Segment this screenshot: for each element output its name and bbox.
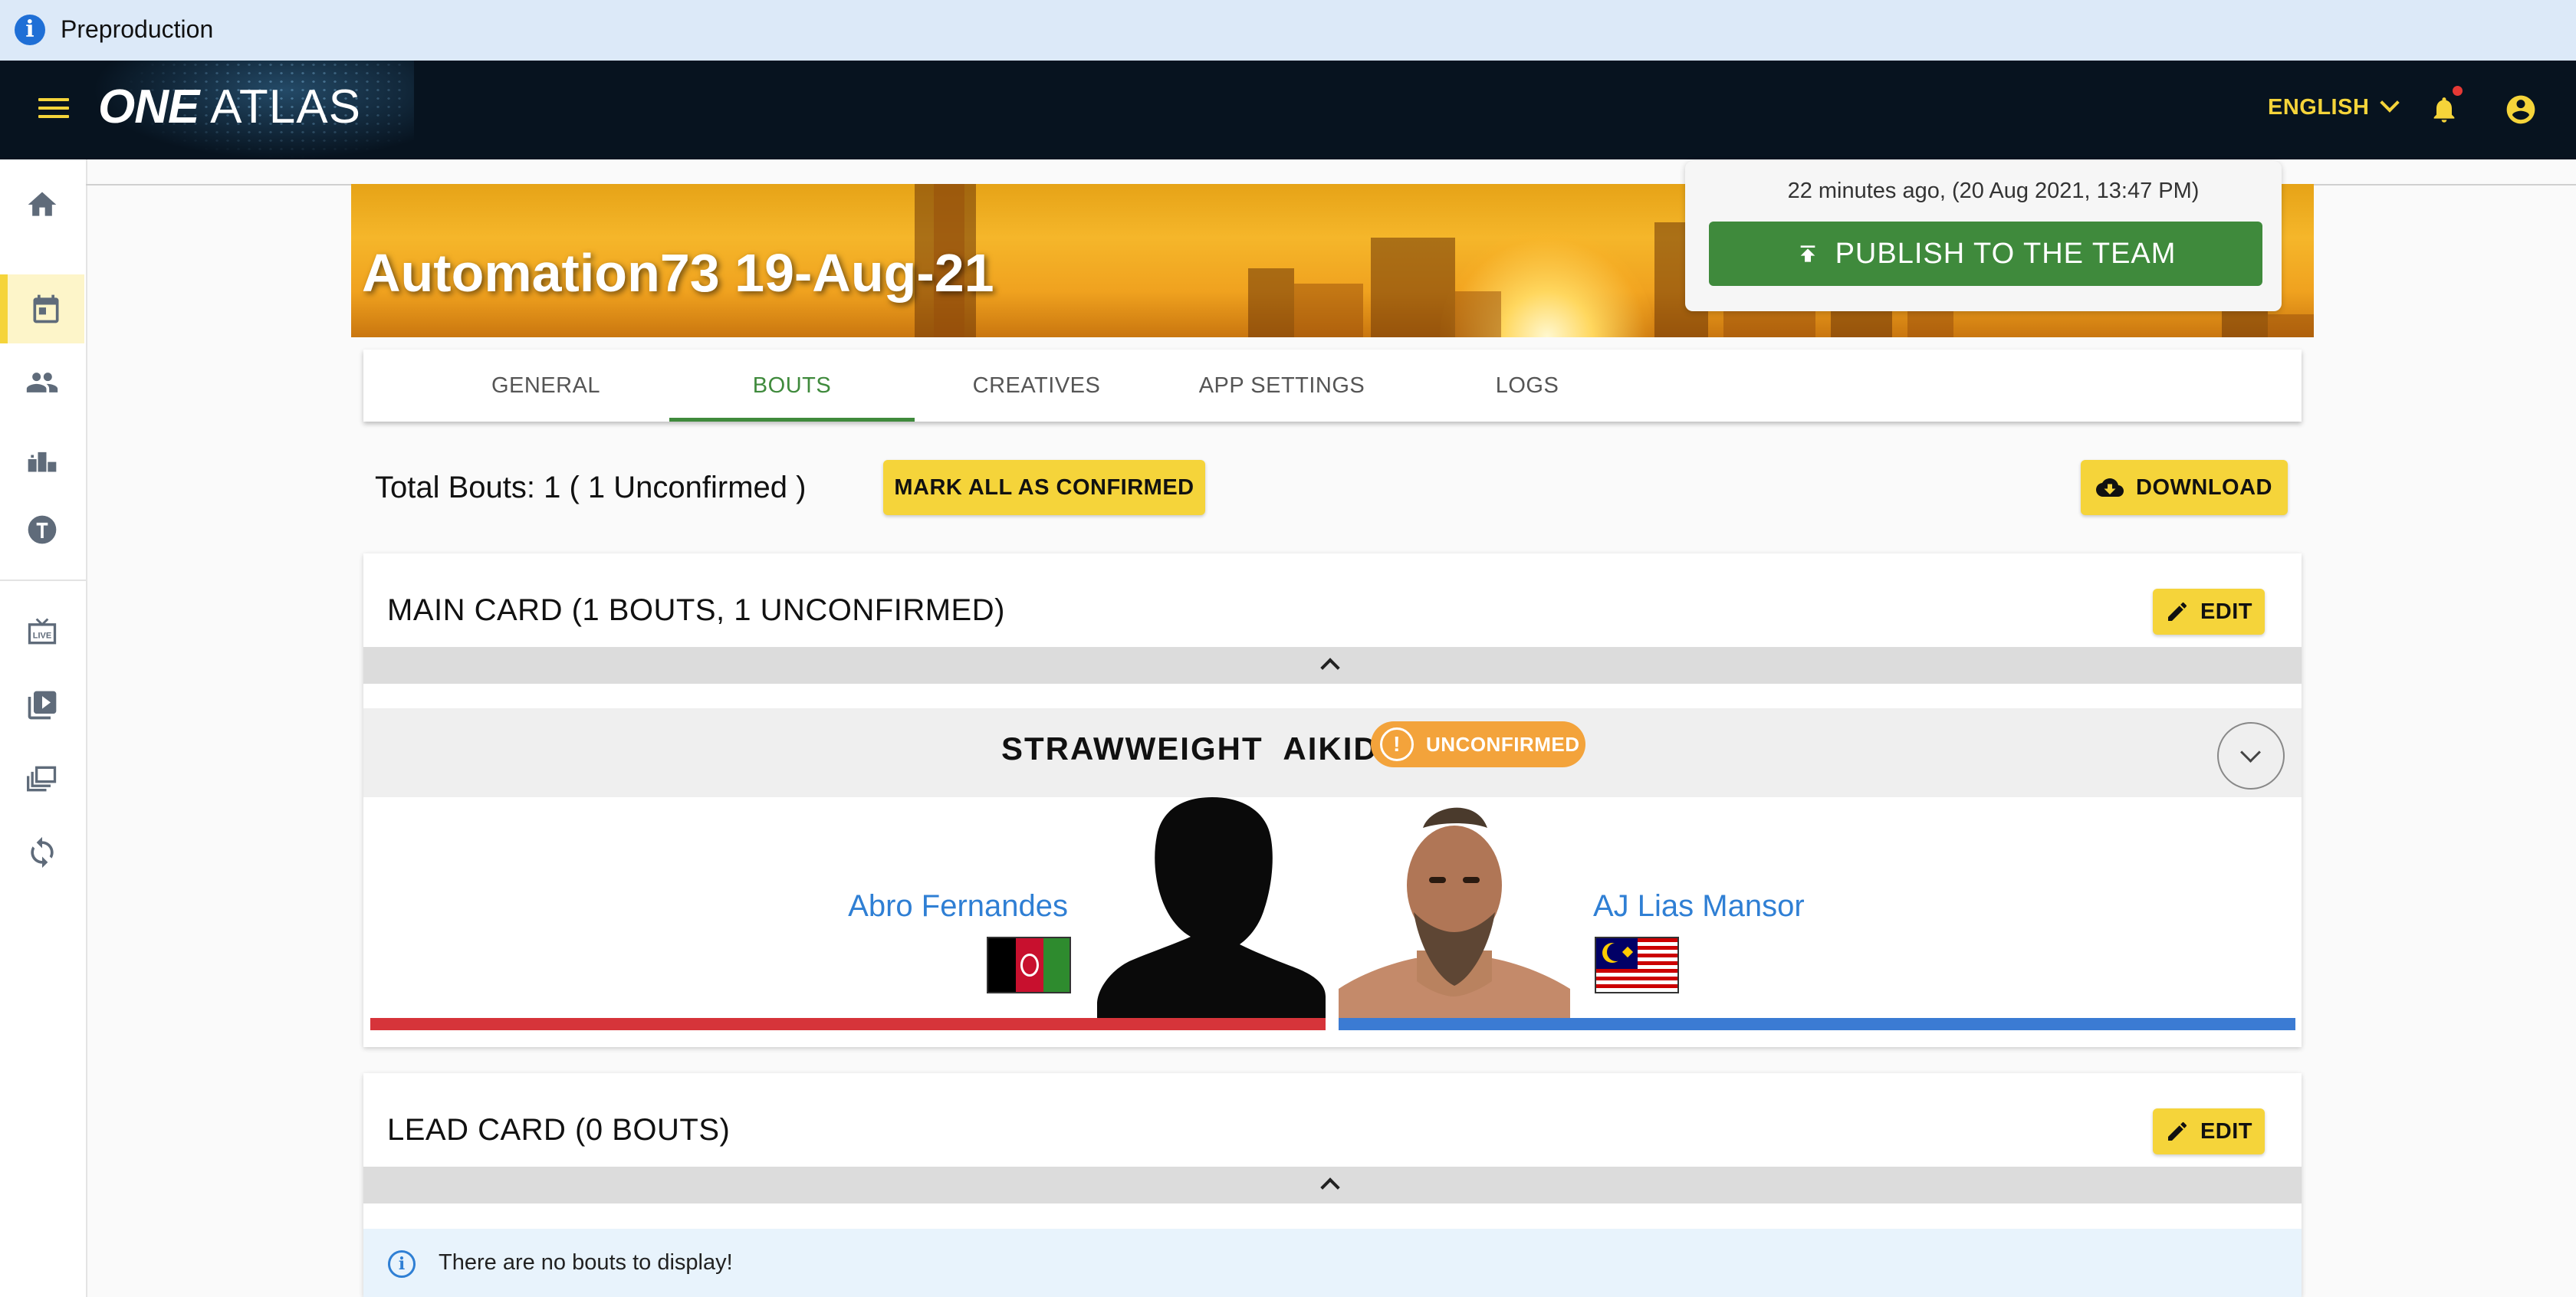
blue-corner-fighter[interactable]: AJ Lias Mansor [1339,797,2295,1030]
logo-one-text: ONE [98,80,199,133]
environment-label: Preproduction [61,15,214,43]
malaysia-flag [1595,937,1679,993]
empty-state-message: There are no bouts to display! [439,1250,733,1275]
edit-label: EDIT [2200,1118,2253,1144]
video-library-icon [28,691,57,720]
podium-icon [28,451,57,472]
status-label: UNCONFIRMED [1426,732,1580,756]
lead-card-collapse-bar[interactable] [363,1167,2302,1203]
chevron-down-icon [2240,742,2261,763]
bout-title: STRAWWEIGHT AIKIDO [1001,731,1405,767]
svg-text:LIVE: LIVE [33,631,51,640]
blue-fighter-name[interactable]: AJ Lias Mansor [1593,889,1805,924]
download-label: DOWNLOAD [2136,474,2272,500]
sidebar-item-live[interactable]: LIVE [0,597,84,666]
afghanistan-flag [987,937,1071,993]
sidebar-item-videos[interactable] [0,671,84,740]
app-logo[interactable]: ONE ATLAS [98,80,361,134]
gallery-icon [27,766,57,792]
menu-icon[interactable] [38,98,69,121]
info-icon: i [15,15,45,45]
sidebar-item-home[interactable] [0,170,84,239]
lead-card-edit-button[interactable]: EDIT [2153,1108,2265,1154]
blue-corner-bar [1339,1018,2295,1030]
last-published-time: 22 minutes ago, (20 Aug 2021, 13:47 PM) [1787,179,2200,203]
language-label: ENGLISH [2268,95,2370,120]
sidebar-item-people[interactable] [0,348,84,417]
chevron-down-icon [2380,93,2400,113]
sidebar-item-sync[interactable] [0,818,84,887]
cloud-download-icon [2096,478,2124,497]
home-icon [28,192,57,216]
account-icon[interactable] [2504,93,2538,126]
info-outline-icon: i [388,1250,416,1278]
shield-icon [28,515,57,544]
sidebar-item-rankings[interactable] [0,425,84,494]
warning-icon: ! [1380,727,1414,761]
sync-icon [31,836,54,868]
app-header [0,61,2576,159]
sidebar-item-events[interactable] [0,274,84,343]
mark-all-label: MARK ALL AS CONFIRMED [894,474,1194,500]
people-icon [26,373,58,392]
red-fighter-name[interactable]: Abro Fernandes [848,889,1068,924]
fighter-photo [1339,797,1570,1027]
live-tv-icon: LIVE [28,618,57,645]
lead-card-title: LEAD CARD (0 BOUTS) [387,1113,731,1147]
event-title: Automation73 19-Aug-21 [362,243,994,303]
publish-icon [1800,245,1815,262]
calendar-icon [33,294,59,323]
bell-icon[interactable] [2429,86,2463,127]
expand-bout-button[interactable] [2217,722,2285,790]
main-card-title: MAIN CARD (1 BOUTS, 1 UNCONFIRMED) [387,593,1005,627]
sidebar: LIVE [0,159,87,1297]
main-card-collapse-bar[interactable] [363,647,2302,684]
environment-banner: i Preproduction [0,0,2576,61]
language-selector[interactable]: ENGLISH [2268,93,2400,120]
tab-bouts[interactable]: BOUTS [669,350,915,422]
red-corner-bar [370,1018,1326,1030]
notification-dot [2453,86,2463,96]
sidebar-item-gallery[interactable] [0,744,84,813]
red-corner-fighter[interactable]: Abro Fernandes [370,797,1326,1030]
chevron-up-icon [1320,658,1340,678]
logo-atlas-text: ATLAS [210,80,361,133]
tab-general[interactable]: GENERAL [423,350,669,422]
tab-app-settings[interactable]: APP SETTINGS [1159,350,1405,422]
publish-label: PUBLISH TO THE TEAM [1835,237,2177,270]
pencil-icon [2167,602,2187,621]
chevron-up-icon [1320,1177,1340,1197]
sidebar-item-teams[interactable] [0,495,84,564]
download-button[interactable]: DOWNLOAD [2081,460,2288,515]
total-bouts-summary: Total Bouts: 1 ( 1 Unconfirmed ) [375,471,807,504]
pencil-icon [2167,1121,2187,1141]
tab-creatives[interactable]: CREATIVES [914,350,1159,422]
mark-all-confirmed-button[interactable]: MARK ALL AS CONFIRMED [883,460,1205,515]
edit-label: EDIT [2200,599,2253,624]
tab-logs[interactable]: LOGS [1405,350,1650,422]
publish-to-team-button[interactable]: PUBLISH TO THE TEAM [1709,222,2262,286]
empty-state-alert: i There are no bouts to display! [363,1229,2302,1297]
fighter-silhouette [1097,797,1326,1027]
unconfirmed-badge: ! UNCONFIRMED [1371,721,1585,767]
main-card-edit-button[interactable]: EDIT [2153,589,2265,635]
